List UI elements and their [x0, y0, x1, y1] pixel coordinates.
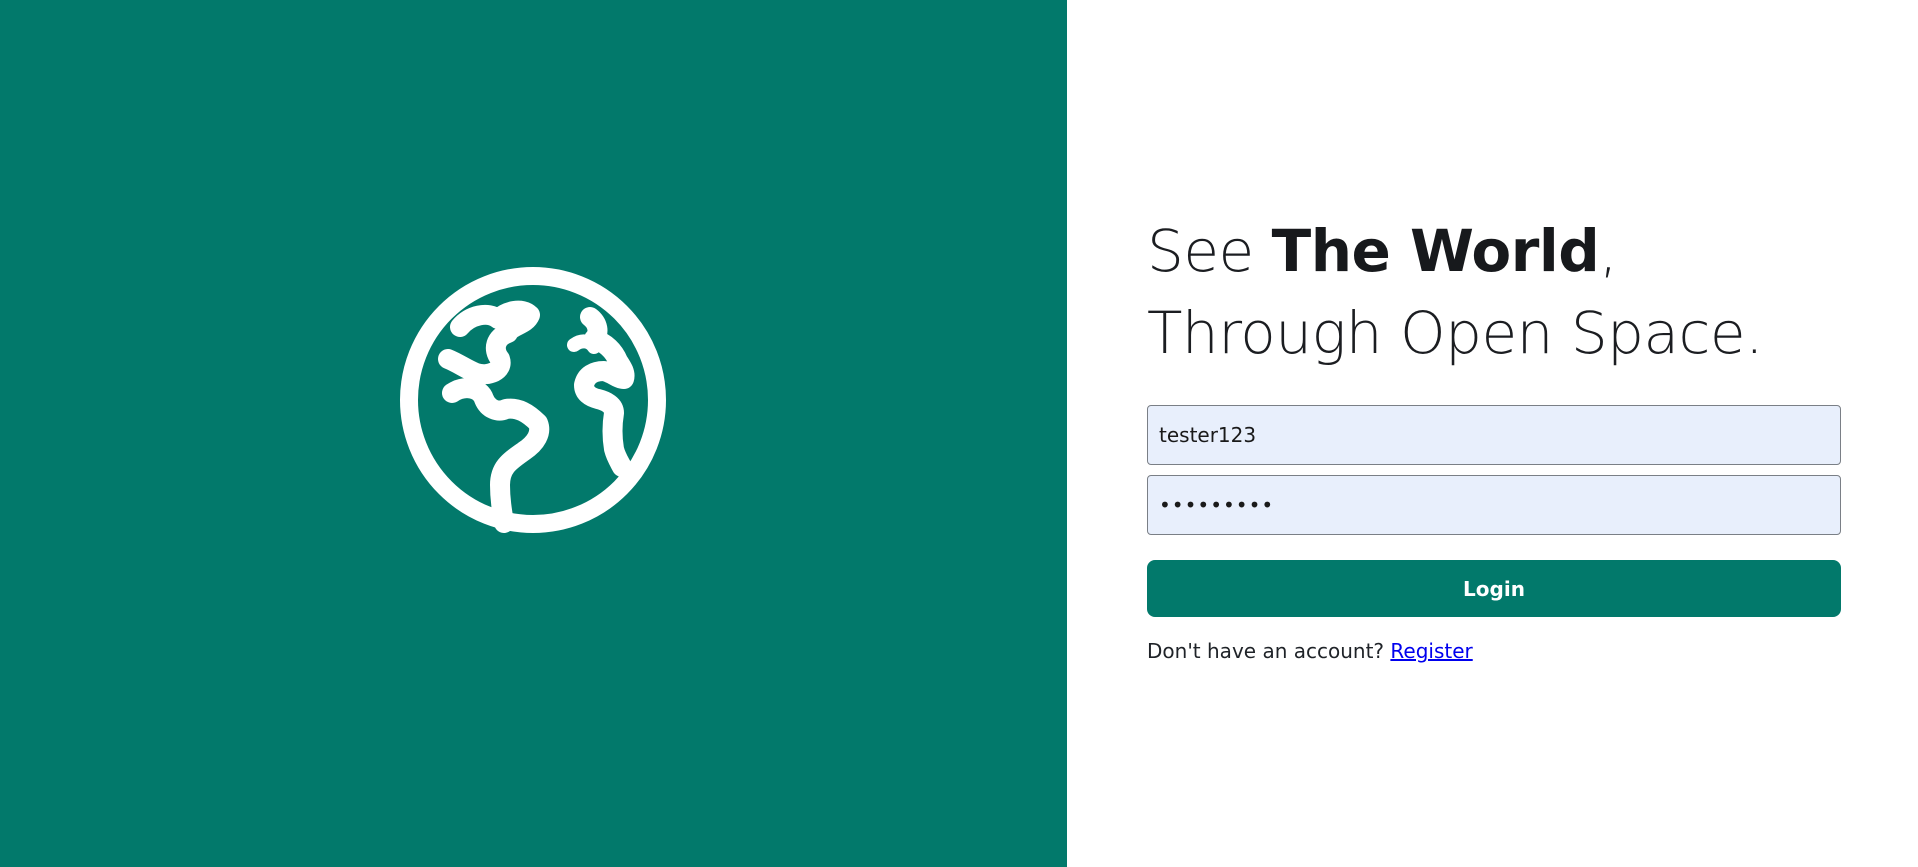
register-link[interactable]: Register: [1390, 639, 1472, 663]
headline-comma: ,: [1599, 217, 1618, 285]
page-title: See The World, Through Open Space.: [1147, 210, 1841, 374]
login-form: See The World, Through Open Space. Login…: [1147, 210, 1841, 663]
username-field[interactable]: [1147, 405, 1841, 465]
login-button[interactable]: Login: [1147, 560, 1841, 617]
globe-icon: [400, 267, 666, 533]
headline-emphasis: The World: [1271, 217, 1600, 285]
hero-panel: [0, 0, 1067, 867]
headline-prefix: See: [1147, 217, 1272, 285]
login-page: See The World, Through Open Space. Login…: [0, 0, 1918, 867]
form-panel: See The World, Through Open Space. Login…: [1067, 0, 1918, 867]
password-field[interactable]: [1147, 475, 1841, 535]
headline-line2: Through Open Space.: [1147, 299, 1764, 367]
register-prompt-text: Don't have an account?: [1147, 639, 1391, 663]
register-prompt: Don't have an account? Register: [1147, 639, 1841, 663]
